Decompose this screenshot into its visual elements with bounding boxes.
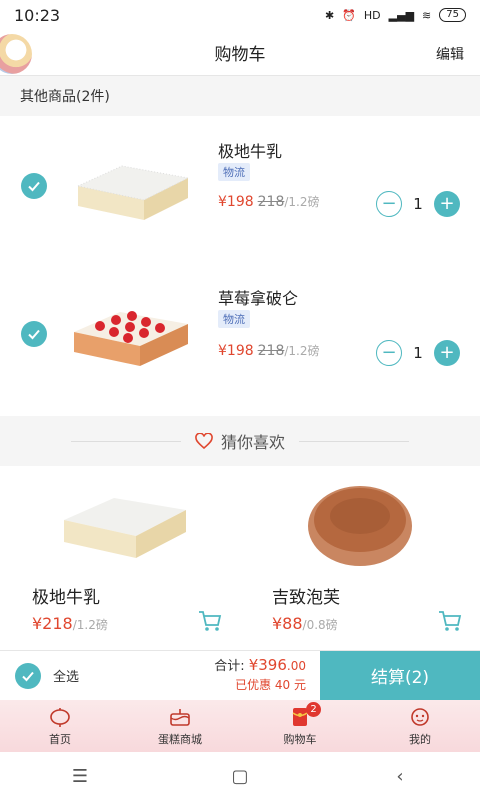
network-label: HD bbox=[363, 8, 381, 22]
total-label: 合计: bbox=[214, 659, 245, 674]
checkmark-icon bbox=[28, 181, 40, 192]
item-unit: /1.2磅 bbox=[284, 195, 320, 209]
lantern-icon bbox=[50, 707, 70, 727]
checkmark-icon bbox=[22, 671, 34, 681]
title-bar: 购物车 编辑 bbox=[0, 30, 480, 76]
recommend-list: 极地牛乳 ¥218/1.2磅 吉致泡芙 ¥88/0.8磅 bbox=[0, 466, 480, 634]
item-original-price: 218 bbox=[257, 194, 285, 210]
heart-icon bbox=[195, 433, 213, 449]
recommend-price: ¥218/1.2磅 bbox=[32, 614, 108, 633]
recommend-title: 猜你喜欢 bbox=[220, 433, 285, 452]
select-all[interactable]: 全选 bbox=[0, 651, 180, 700]
recommend-name[interactable]: 极地牛乳 bbox=[32, 583, 100, 608]
checkmark-icon bbox=[28, 329, 40, 340]
item-original-price: 218 bbox=[257, 343, 285, 359]
tab-label: 蛋糕商城 bbox=[158, 732, 202, 746]
home-icon[interactable]: ▢ bbox=[180, 766, 300, 787]
item-checkbox[interactable] bbox=[21, 321, 47, 347]
recommend-price: ¥88/0.8磅 bbox=[272, 614, 338, 633]
discount-text: 已优惠 40 元 bbox=[235, 678, 306, 692]
page-title: 购物车 bbox=[214, 45, 266, 65]
cart-item: 极地牛乳 物流 ¥198 218/1.2磅 − 1 + bbox=[0, 116, 480, 266]
battery-icon: 75 bbox=[439, 8, 466, 22]
increase-button[interactable]: + bbox=[434, 191, 460, 217]
select-all-checkbox[interactable] bbox=[15, 662, 41, 689]
system-nav-bar: ☰ ▢ ‹ bbox=[0, 752, 480, 800]
item-checkbox[interactable] bbox=[21, 173, 47, 199]
wifi-icon: ≋ bbox=[422, 8, 432, 22]
shipping-tag: 物流 bbox=[218, 310, 250, 328]
tab-home[interactable]: 首页 bbox=[0, 700, 120, 752]
tab-mine[interactable]: 我的 bbox=[360, 700, 480, 752]
quantity-stepper: − 1 + bbox=[376, 191, 460, 217]
recommend-divider: 猜你喜欢 bbox=[0, 416, 480, 466]
edit-button[interactable]: 编辑 bbox=[436, 44, 464, 64]
add-to-cart-icon[interactable] bbox=[438, 610, 462, 632]
tab-label: 购物车 bbox=[283, 732, 317, 746]
menu-icon[interactable]: ☰ bbox=[20, 766, 140, 787]
item-unit: /1.2磅 bbox=[284, 344, 320, 358]
quantity-stepper: − 1 + bbox=[376, 340, 460, 366]
tab-label: 首页 bbox=[49, 732, 71, 746]
price-row: ¥198 218/1.2磅 bbox=[218, 193, 320, 210]
quantity-value[interactable]: 1 bbox=[402, 195, 434, 213]
increase-button[interactable]: + bbox=[434, 340, 460, 366]
item-price: ¥198 bbox=[218, 343, 254, 359]
bluetooth-icon: ✱ bbox=[324, 8, 335, 22]
signal-icon: ▂▄▆ bbox=[388, 8, 415, 22]
milk-cake-image bbox=[76, 165, 190, 220]
status-bar: 10:23 ✱ ⏰ HD ▂▄▆ ≋ 75 bbox=[0, 0, 480, 30]
cart-item: 草莓拿破仑 物流 ¥198 218/1.2磅 − 1 + bbox=[0, 266, 480, 416]
select-all-label: 全选 bbox=[53, 670, 80, 685]
milk-cake-image[interactable] bbox=[58, 478, 188, 578]
add-to-cart-icon[interactable] bbox=[198, 610, 222, 632]
totals: 合计: ¥396.00 已优惠 40 元 bbox=[180, 651, 320, 700]
status-time: 10:23 bbox=[14, 5, 61, 25]
shipping-tag: 物流 bbox=[218, 163, 250, 181]
section-header: 其他商品(2件) bbox=[0, 76, 480, 116]
tab-bar: 首页 蛋糕商城 2 购物车 我的 bbox=[0, 700, 480, 752]
puff-image[interactable] bbox=[300, 476, 430, 576]
mascot-icon bbox=[0, 34, 32, 74]
item-name[interactable]: 极地牛乳 bbox=[218, 138, 282, 162]
tab-cart[interactable]: 2 购物车 bbox=[240, 700, 360, 752]
strawberry-napoleon-image bbox=[74, 311, 188, 366]
quantity-value[interactable]: 1 bbox=[402, 344, 434, 362]
checkout-button[interactable]: 结算(2) bbox=[320, 651, 480, 700]
total-amount: ¥396.00 bbox=[248, 656, 306, 674]
flower-icon bbox=[411, 707, 429, 726]
checkout-bar: 全选 合计: ¥396.00 已优惠 40 元 结算(2) bbox=[0, 650, 480, 700]
recommend-name[interactable]: 吉致泡芙 bbox=[272, 583, 340, 608]
item-price: ¥198 bbox=[218, 194, 254, 210]
back-icon[interactable]: ‹ bbox=[340, 766, 460, 787]
item-name[interactable]: 草莓拿破仑 bbox=[218, 285, 298, 309]
tab-cake-mall[interactable]: 蛋糕商城 bbox=[120, 700, 240, 752]
decrease-button[interactable]: − bbox=[376, 191, 402, 217]
tab-label: 我的 bbox=[409, 732, 431, 746]
cart-badge: 2 bbox=[306, 702, 321, 717]
alarm-icon: ⏰ bbox=[342, 8, 356, 22]
cake-icon bbox=[170, 708, 190, 726]
price-row: ¥198 218/1.2磅 bbox=[218, 342, 320, 359]
decrease-button[interactable]: − bbox=[376, 340, 402, 366]
